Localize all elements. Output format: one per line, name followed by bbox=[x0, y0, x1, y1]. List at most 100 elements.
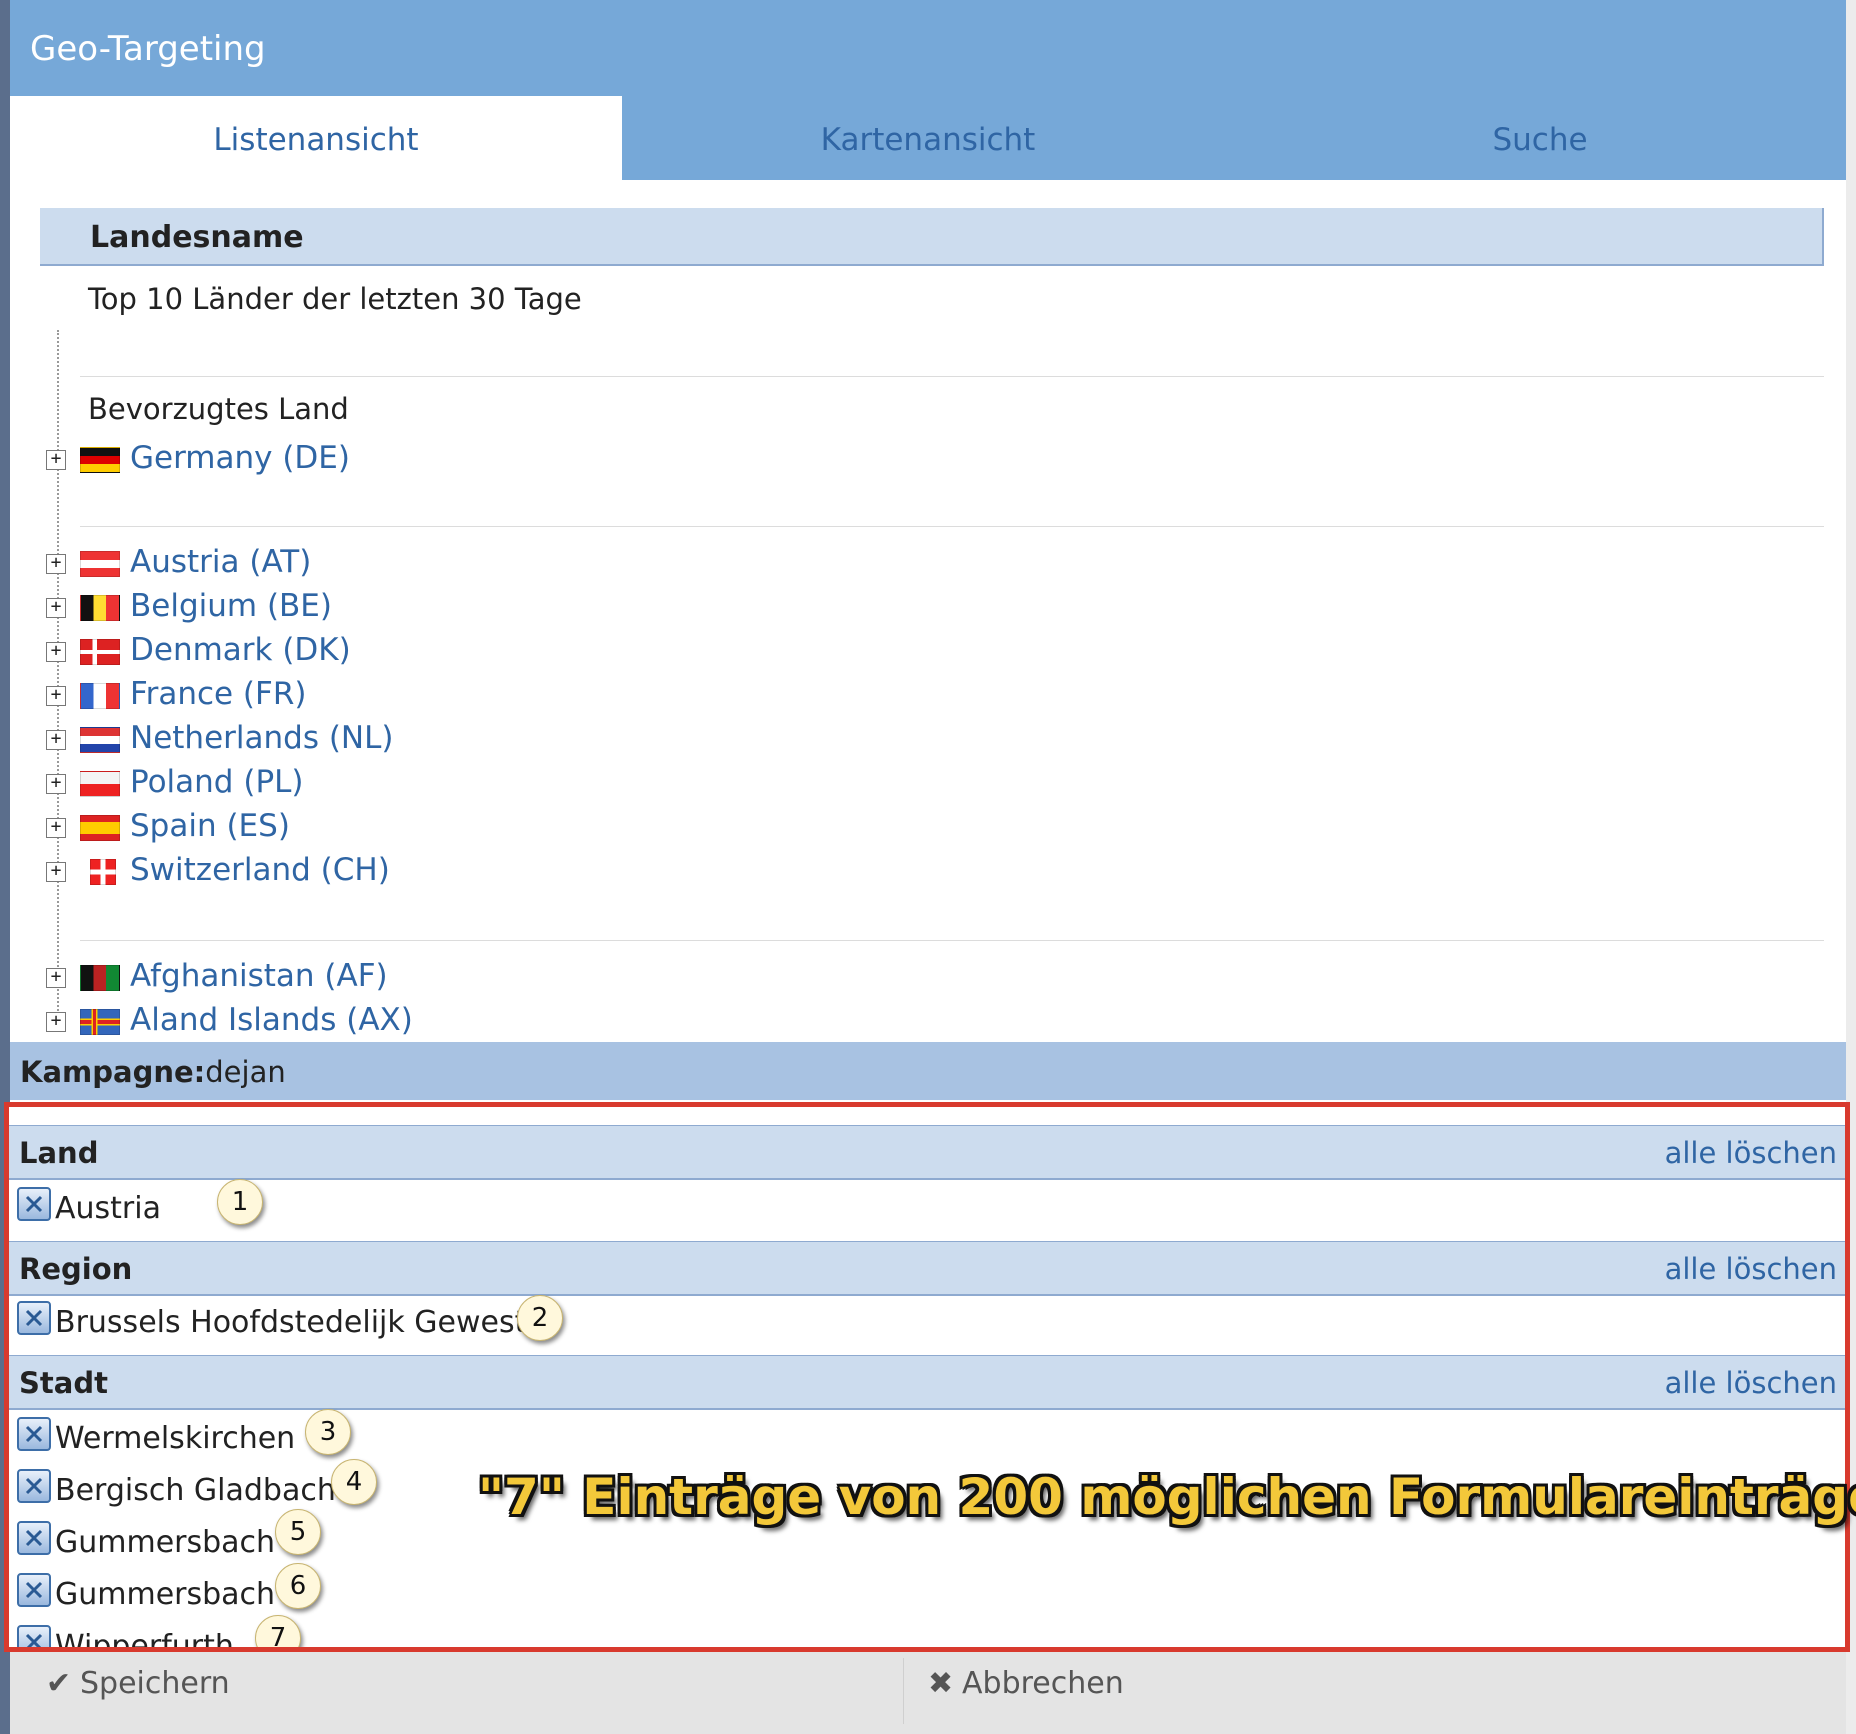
campaign-label: Kampagne: bbox=[20, 1055, 206, 1089]
country-row-pl[interactable]: + Poland (PL) bbox=[46, 764, 846, 806]
expand-icon[interactable]: + bbox=[46, 730, 66, 750]
remove-icon[interactable] bbox=[17, 1187, 51, 1221]
campaign-bar: Kampagne:dejan bbox=[10, 1042, 1846, 1100]
country-row-fr[interactable]: + France (FR) bbox=[46, 676, 846, 718]
cancel-button[interactable]: ✖ Abbrechen bbox=[928, 1666, 1124, 1716]
flag-ch-icon bbox=[90, 859, 116, 885]
expand-icon[interactable]: + bbox=[46, 1012, 66, 1032]
top-countries-title: Top 10 Länder der letzten 30 Tage bbox=[88, 282, 582, 316]
country-row-ch[interactable]: + Switzerland (CH) bbox=[46, 852, 846, 894]
annotation-badge: 4 bbox=[331, 1459, 377, 1505]
expand-icon[interactable]: + bbox=[46, 818, 66, 838]
entry-label: Gummersbach bbox=[55, 1577, 276, 1612]
column-header-landesname[interactable]: Landesname bbox=[40, 208, 1824, 266]
remove-icon[interactable] bbox=[17, 1417, 51, 1451]
country-label[interactable]: Germany (DE) bbox=[130, 440, 350, 476]
preferred-country-title: Bevorzugtes Land bbox=[88, 392, 349, 426]
selected-targets-panel: Land alle löschen Austria 1 Region alle … bbox=[4, 1102, 1850, 1652]
country-row-af[interactable]: + Afghanistan (AF) bbox=[46, 958, 846, 1000]
flag-af-icon bbox=[80, 965, 120, 991]
selected-entry: Austria 1 bbox=[9, 1179, 1845, 1235]
expand-icon[interactable]: + bbox=[46, 686, 66, 706]
group-divider bbox=[80, 940, 1824, 941]
annotation-badge: 7 bbox=[255, 1615, 301, 1647]
section-title: Region bbox=[19, 1252, 133, 1286]
annotation-badge: 1 bbox=[217, 1179, 263, 1225]
entry-label: Bergisch Gladbach bbox=[55, 1473, 336, 1508]
annotation-badge: 6 bbox=[275, 1563, 321, 1609]
tab-listenansicht[interactable]: Listenansicht bbox=[10, 96, 622, 180]
expand-icon[interactable]: + bbox=[46, 862, 66, 882]
country-row-dk[interactable]: + Denmark (DK) bbox=[46, 632, 846, 674]
country-label[interactable]: Afghanistan (AF) bbox=[130, 958, 388, 994]
country-row-be[interactable]: + Belgium (BE) bbox=[46, 588, 846, 630]
country-row-es[interactable]: + Spain (ES) bbox=[46, 808, 846, 850]
expand-icon[interactable]: + bbox=[46, 598, 66, 618]
country-label[interactable]: Netherlands (NL) bbox=[130, 720, 393, 756]
save-button[interactable]: ✔ Speichern bbox=[46, 1666, 230, 1716]
remove-icon[interactable] bbox=[17, 1521, 51, 1555]
cancel-label: Abbrechen bbox=[962, 1666, 1124, 1701]
section-title: Stadt bbox=[19, 1366, 108, 1400]
expand-icon[interactable]: + bbox=[46, 450, 66, 470]
selected-entry: Gummersbach 6 bbox=[9, 1563, 1845, 1621]
country-label[interactable]: Belgium (BE) bbox=[130, 588, 332, 624]
country-label[interactable]: Spain (ES) bbox=[130, 808, 290, 844]
expand-icon[interactable]: + bbox=[46, 774, 66, 794]
selected-entry: Wipperfurth 7 bbox=[9, 1615, 1845, 1652]
remove-icon[interactable] bbox=[17, 1301, 51, 1335]
flag-ax-icon bbox=[80, 1009, 120, 1035]
group-divider bbox=[80, 376, 1824, 377]
save-label: Speichern bbox=[80, 1666, 230, 1701]
country-row-at[interactable]: + Austria (AT) bbox=[46, 544, 846, 586]
flag-nl-icon bbox=[80, 727, 120, 753]
dialog-title: Geo-Targeting bbox=[10, 0, 1846, 96]
annotation-badge: 3 bbox=[305, 1409, 351, 1455]
section-title: Land bbox=[19, 1136, 99, 1170]
close-icon: ✖ bbox=[928, 1666, 954, 1701]
dialog-footer: ✔ Speichern ✖ Abbrechen bbox=[10, 1652, 1846, 1734]
country-row-nl[interactable]: + Netherlands (NL) bbox=[46, 720, 846, 762]
annotation-badge: 2 bbox=[517, 1295, 563, 1341]
section-header-stadt: Stadt alle löschen bbox=[9, 1355, 1845, 1410]
expand-icon[interactable]: + bbox=[46, 642, 66, 662]
country-label[interactable]: Poland (PL) bbox=[130, 764, 304, 800]
selected-entry: Wermelskirchen 3 bbox=[9, 1409, 1845, 1465]
flag-fr-icon bbox=[80, 683, 120, 709]
tab-bar: Listenansicht Kartenansicht Suche bbox=[10, 96, 1846, 180]
expand-icon[interactable]: + bbox=[46, 968, 66, 988]
entry-label: Wermelskirchen bbox=[55, 1421, 296, 1456]
country-label[interactable]: Aland Islands (AX) bbox=[130, 1002, 413, 1038]
flag-es-icon bbox=[80, 815, 120, 841]
country-label[interactable]: Denmark (DK) bbox=[130, 632, 351, 668]
tab-suche[interactable]: Suche bbox=[1234, 96, 1846, 180]
tab-kartenansicht[interactable]: Kartenansicht bbox=[622, 96, 1234, 180]
flag-de-icon bbox=[80, 447, 120, 473]
entry-label: Wipperfurth bbox=[55, 1629, 234, 1652]
footer-divider bbox=[903, 1658, 904, 1724]
flag-at-icon bbox=[80, 551, 120, 577]
flag-pl-icon bbox=[80, 771, 120, 797]
flag-be-icon bbox=[80, 595, 120, 621]
geo-targeting-dialog: Geo-Targeting Listenansicht Kartenansich… bbox=[0, 0, 1856, 1734]
country-row-de[interactable]: + Germany (DE) bbox=[46, 440, 846, 482]
country-label[interactable]: Switzerland (CH) bbox=[130, 852, 390, 888]
expand-icon[interactable]: + bbox=[46, 554, 66, 574]
country-row-ax[interactable]: + Aland Islands (AX) bbox=[46, 1002, 846, 1040]
country-label[interactable]: Austria (AT) bbox=[130, 544, 311, 580]
remove-icon[interactable] bbox=[17, 1469, 51, 1503]
entry-label: Gummersbach bbox=[55, 1525, 276, 1560]
annotation-badge: 5 bbox=[275, 1509, 321, 1555]
remove-icon[interactable] bbox=[17, 1573, 51, 1607]
section-header-region: Region alle löschen bbox=[9, 1241, 1845, 1296]
entry-label: Austria bbox=[55, 1191, 161, 1226]
section-header-land: Land alle löschen bbox=[9, 1125, 1845, 1180]
clear-all-region-link[interactable]: alle löschen bbox=[1665, 1252, 1837, 1286]
check-icon: ✔ bbox=[46, 1666, 72, 1701]
country-list-panel[interactable]: Landesname Top 10 Länder der letzten 30 … bbox=[10, 180, 1846, 1040]
flag-dk-icon bbox=[80, 639, 120, 665]
country-label[interactable]: France (FR) bbox=[130, 676, 307, 712]
clear-all-land-link[interactable]: alle löschen bbox=[1665, 1136, 1837, 1170]
clear-all-stadt-link[interactable]: alle löschen bbox=[1665, 1366, 1837, 1400]
remove-icon[interactable] bbox=[17, 1625, 51, 1647]
